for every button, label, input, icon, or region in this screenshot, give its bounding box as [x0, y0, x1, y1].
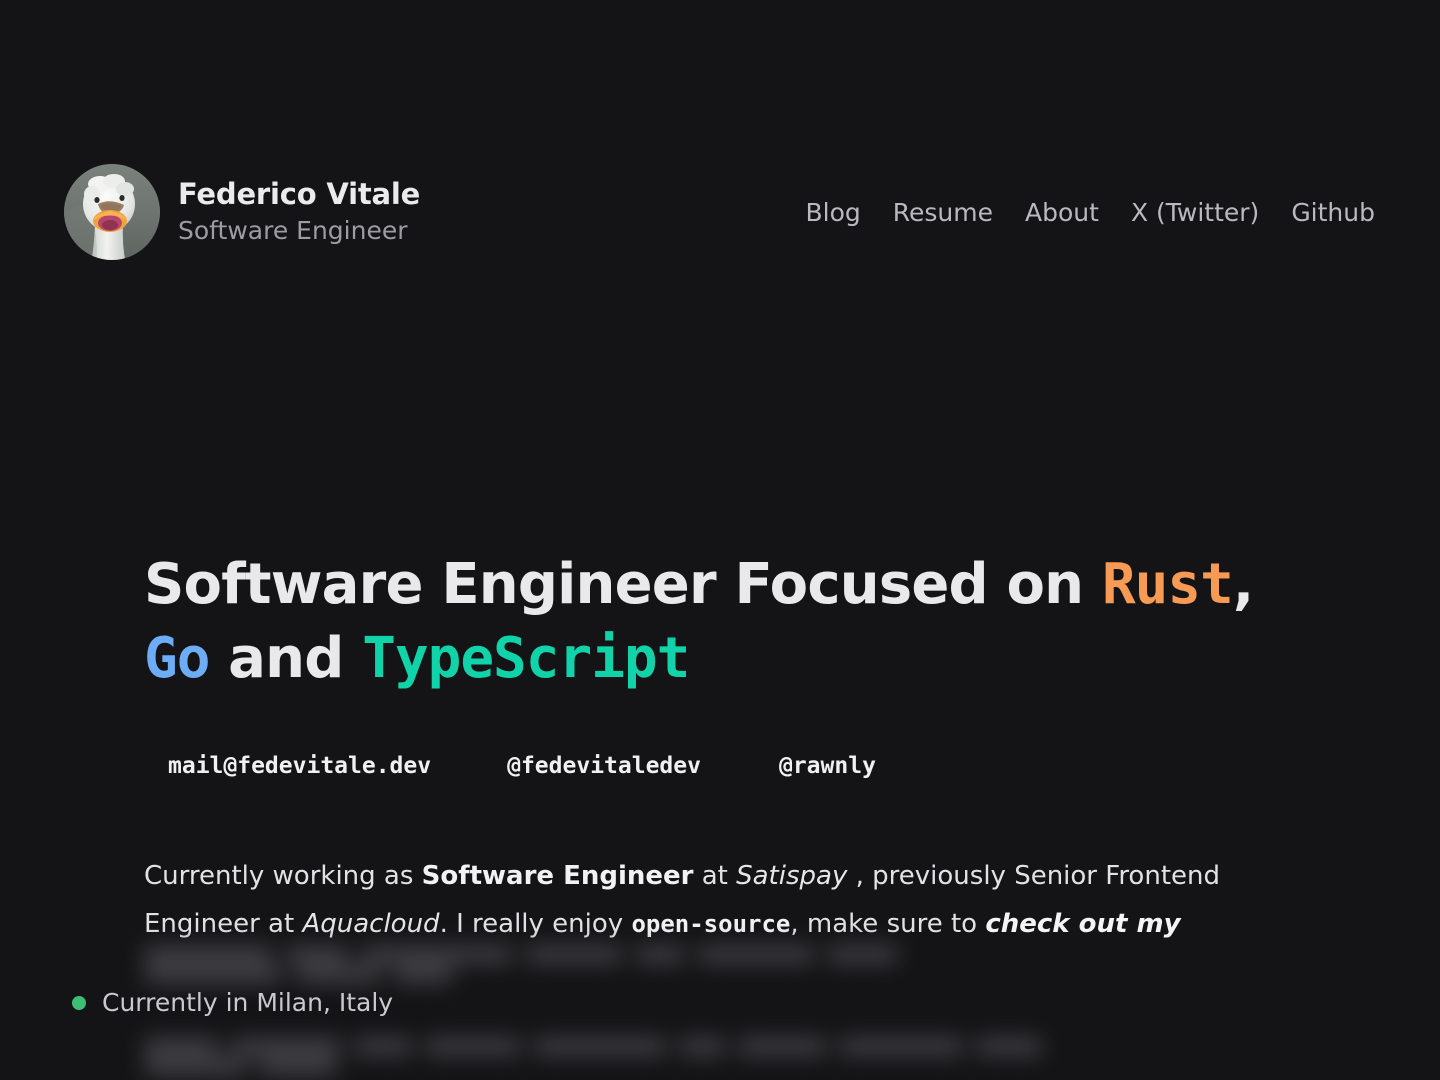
obscured-text-line-2	[144, 1036, 1109, 1076]
bio-seg-9: , make sure to	[790, 909, 986, 940]
title-keyword-go: Go	[144, 625, 210, 691]
bio-open-source: open-source	[631, 910, 791, 939]
brand-name: Federico Vitale	[178, 176, 421, 211]
obscured-text-line-1	[144, 944, 1044, 984]
bio-seg-1: Currently working as	[144, 861, 422, 891]
brand-text: Federico Vitale Software Engineer	[178, 177, 420, 248]
status-dot-icon	[72, 995, 86, 1010]
bio-seg-3: at	[693, 861, 737, 891]
contact-twitter-handle[interactable]: @fedevitaledev	[507, 755, 701, 778]
status-location-label: Currently in Milan, Italy	[102, 988, 394, 1017]
hero-section: Software Engineer Focused on Rust, Go an…	[144, 548, 1360, 696]
bio-role-bold: Software Engineer	[421, 861, 694, 891]
status-bar: Currently in Milan, Italy	[72, 990, 393, 1015]
title-keyword-rust: Rust	[1101, 552, 1234, 617]
title-keyword-typescript: TypeScript	[362, 625, 690, 691]
contact-github-handle[interactable]: @rawnly	[779, 755, 876, 778]
contact-email[interactable]: mail@fedevitale.dev	[168, 755, 431, 778]
page-title: Software Engineer Focused on Rust, Go an…	[144, 548, 1324, 696]
title-text-lead: Software Engineer Focused on	[144, 552, 1102, 617]
site-nav: Blog Resume About X (Twitter) Github	[806, 200, 1376, 225]
nav-link-resume[interactable]: Resume	[893, 200, 993, 225]
nav-link-x-twitter[interactable]: X (Twitter)	[1131, 200, 1259, 225]
title-conjunction: and	[209, 625, 363, 691]
nav-link-blog[interactable]: Blog	[806, 200, 861, 225]
bio-company-aquacloud: Aquacloud	[302, 909, 440, 940]
bio-check-out-my-link[interactable]: check out my	[985, 909, 1180, 939]
nav-link-about[interactable]: About	[1025, 200, 1099, 225]
brand[interactable]: Federico Vitale Software Engineer	[64, 164, 420, 260]
title-comma: ,	[1232, 552, 1254, 617]
brand-role: Software Engineer	[178, 215, 408, 245]
bio-paragraph: Currently working as Software Engineer a…	[144, 852, 1259, 948]
contact-links: mail@fedevitale.dev @fedevitaledev @rawn…	[168, 755, 876, 778]
bio-company-satispay: Satispay	[736, 861, 848, 891]
avatar	[64, 164, 160, 260]
bio-seg-7: . I really enjoy	[439, 909, 632, 940]
nav-link-github[interactable]: Github	[1291, 200, 1375, 225]
site-header: Federico Vitale Software Engineer Blog R…	[64, 164, 1376, 260]
